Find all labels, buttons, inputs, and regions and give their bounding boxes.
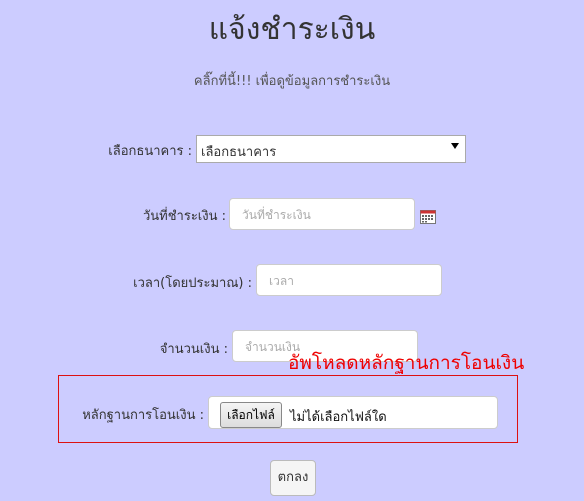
payment-date-label: วันที่ชำระเงิน : (142, 209, 226, 224)
payment-time-input[interactable]: เวลา (256, 264, 442, 296)
submit-button[interactable]: ตกลง (270, 460, 316, 496)
page-title: แจ้งชำระเงิน (208, 12, 376, 47)
payment-time-label: เวลา(โดยประมาณ) : (133, 276, 252, 291)
amount-label: จำนวนเงิน : (159, 342, 228, 357)
bank-label: เลือกธนาคาร : (108, 144, 192, 159)
chevron-down-icon (451, 143, 459, 149)
file-status-text: ไม่ได้เลือกไฟล์ใด (290, 410, 387, 425)
choose-file-button[interactable]: เลือกไฟล์ (220, 402, 282, 428)
payment-date-input[interactable]: วันที่ชำระเงิน (229, 198, 415, 230)
calendar-icon[interactable] (420, 210, 436, 224)
upload-annotation: อัพโหลดหลักฐานการโอนเงิน (288, 352, 525, 374)
bank-select-value: เลือกธนาคาร (201, 145, 277, 160)
bank-select[interactable]: เลือกธนาคาร (196, 135, 466, 163)
proof-label: หลักฐานการโอนเงิน : (82, 408, 204, 423)
payment-info-link[interactable]: คลิ๊กที่นี้!!! เพื่อดูข้อมูลการชำระเงิน (0, 70, 584, 91)
